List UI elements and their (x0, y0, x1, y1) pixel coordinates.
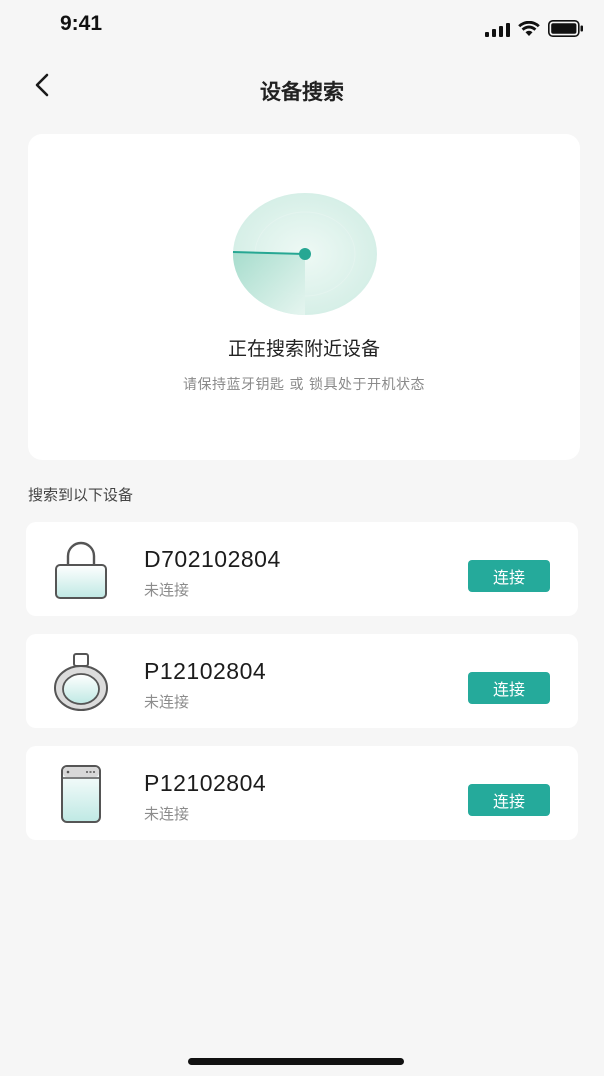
status-time: 9:41 (60, 12, 103, 35)
wifi-icon (518, 20, 540, 37)
status-icons (485, 20, 584, 37)
searching-title: 正在搜索附近设备 (227, 338, 380, 360)
device-status: 未连接 (144, 581, 190, 599)
search-status-card: 正在搜索附近设备 请保持蓝牙钥匙 或 锁具处于开机状态 (28, 134, 580, 460)
device-name: D702102804 (144, 546, 281, 572)
signal-icon (485, 21, 510, 37)
device-search-screen: 9:41 设备搜索 正在搜索附近设备 请保持蓝牙钥匙 或 锁具处于开机状态 搜索… (0, 0, 604, 1076)
device-status: 未连接 (144, 805, 190, 823)
padlock-icon (55, 541, 107, 599)
device-card[interactable]: P12102804 未连接 连接 (26, 746, 578, 840)
connect-button[interactable]: 连接 (468, 560, 550, 592)
connect-button[interactable]: 连接 (468, 784, 550, 816)
status-bar: 9:41 (0, 0, 604, 54)
home-indicator[interactable] (188, 1058, 404, 1065)
device-status: 未连接 (144, 693, 190, 711)
battery-icon (548, 20, 584, 37)
results-label: 搜索到以下设备 (28, 486, 134, 504)
device-name: P12102804 (144, 658, 267, 684)
connect-button[interactable]: 连接 (468, 672, 550, 704)
radar-icon (232, 193, 377, 315)
searching-hint: 请保持蓝牙钥匙 或 锁具处于开机状态 (183, 377, 425, 393)
page-title: 设备搜索 (260, 80, 344, 104)
key-fob-icon (61, 765, 101, 823)
nav-bar: 设备搜索 (0, 56, 604, 120)
device-card[interactable]: P12102804 未连接 连接 (26, 634, 578, 728)
device-name: P12102804 (144, 770, 267, 796)
ring-lock-icon (54, 653, 108, 711)
device-card[interactable]: D702102804 未连接 连接 (26, 522, 578, 616)
